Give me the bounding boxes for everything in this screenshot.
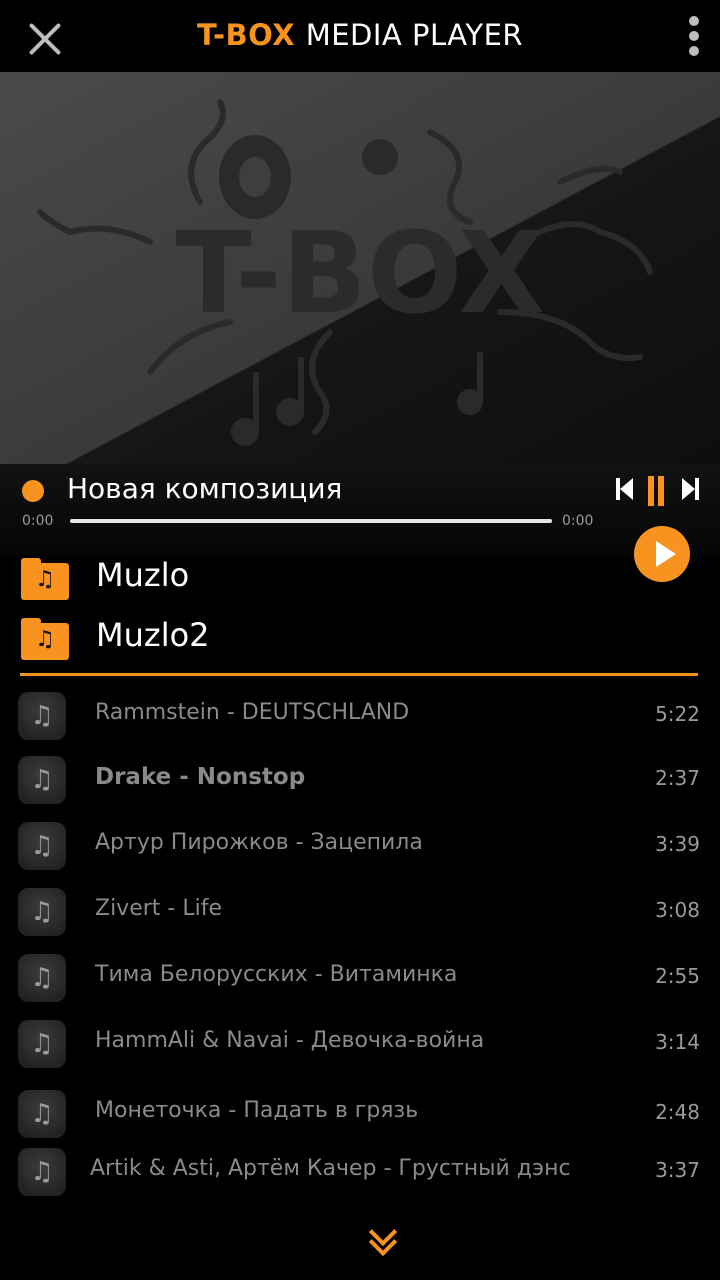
track-item[interactable]: ♫ Zivert - Life 3:08 xyxy=(0,882,720,942)
now-playing-bar: Новая композиция 0:00 0:00 xyxy=(0,464,720,556)
more-vertical-icon[interactable] xyxy=(686,16,702,62)
previous-track-icon[interactable] xyxy=(614,474,636,504)
pause-icon[interactable] xyxy=(645,474,667,506)
next-track-icon[interactable] xyxy=(680,474,702,504)
app-title-rest: MEDIA PLAYER xyxy=(305,18,524,52)
track-name: Монеточка - Падать в грязь xyxy=(95,1098,419,1123)
track-duration: 5:22 xyxy=(655,702,700,726)
artwork-logo-text: T-BOX xyxy=(175,209,544,339)
play-button[interactable] xyxy=(634,526,690,582)
track-duration: 3:14 xyxy=(655,1030,700,1054)
chevron-double-down-icon[interactable] xyxy=(366,1217,402,1262)
track-item[interactable]: ♫ Artik & Asti, Артём Качер - Грустный д… xyxy=(0,1142,720,1202)
folder-label: Muzlo xyxy=(96,556,190,594)
play-icon xyxy=(656,541,676,567)
time-elapsed: 0:00 xyxy=(22,513,54,529)
track-item[interactable]: ♫ Артур Пирожков - Зацепила 3:39 xyxy=(0,816,720,876)
track-name: Артур Пирожков - Зацепила xyxy=(95,830,423,855)
section-divider xyxy=(20,673,698,676)
track-item[interactable]: ♫ Монеточка - Падать в грязь 2:48 xyxy=(0,1084,720,1144)
app-title-brand: T-BOX xyxy=(196,18,296,52)
track-duration: 3:37 xyxy=(655,1158,700,1182)
folder-item[interactable]: ♫ Muzlo2 xyxy=(0,610,640,666)
music-note-icon: ♫ xyxy=(18,888,66,936)
track-name: Тима Белорусских - Витаминка xyxy=(95,962,458,987)
now-playing-title: Новая композиция xyxy=(67,472,343,505)
track-duration: 2:55 xyxy=(655,964,700,988)
track-name: Rammstein - DEUTSCHLAND xyxy=(95,700,410,725)
track-duration: 2:37 xyxy=(655,766,700,790)
music-note-icon: ♫ xyxy=(18,1090,66,1138)
music-note-icon: ♫ xyxy=(18,822,66,870)
track-item[interactable]: ♫ Тима Белорусских - Витаминка 2:55 xyxy=(0,948,720,1008)
track-item[interactable]: ♫ Rammstein - DEUTSCHLAND 5:22 xyxy=(0,686,720,746)
music-note-icon: ♫ xyxy=(18,1148,66,1196)
music-note-icon: ♫ xyxy=(18,954,66,1002)
track-name: Drake - Nonstop xyxy=(95,764,306,790)
track-item[interactable]: ♫ HammAli & Navai - Девочка-война 3:14 xyxy=(0,1014,720,1074)
app-header: T-BOX MEDIA PLAYER xyxy=(0,0,720,72)
folder-label: Muzlo2 xyxy=(96,616,210,654)
album-artwork: T-BOX xyxy=(0,72,720,464)
music-folder-icon: ♫ xyxy=(21,618,69,660)
tbox-logo-art: T-BOX xyxy=(37,99,653,446)
track-duration: 3:08 xyxy=(655,898,700,922)
track-duration: 3:39 xyxy=(655,832,700,856)
progress-seekbar[interactable] xyxy=(70,519,552,523)
track-duration: 2:48 xyxy=(655,1100,700,1124)
track-item[interactable]: ♫ Drake - Nonstop 2:37 xyxy=(0,750,720,810)
track-name: Zivert - Life xyxy=(95,896,222,921)
app-title: T-BOX MEDIA PLAYER xyxy=(0,18,720,52)
music-note-icon: ♫ xyxy=(18,756,66,804)
track-name: Artik & Asti, Артём Качер - Грустный дэн… xyxy=(90,1156,571,1181)
folder-item[interactable]: ♫ Muzlo xyxy=(0,550,640,606)
time-total: 0:00 xyxy=(562,513,594,529)
music-folder-icon: ♫ xyxy=(21,558,69,600)
playing-indicator-icon xyxy=(22,480,44,502)
track-name: HammAli & Navai - Девочка-война xyxy=(95,1028,485,1053)
music-note-icon: ♫ xyxy=(18,692,66,740)
music-note-icon: ♫ xyxy=(18,1020,66,1068)
